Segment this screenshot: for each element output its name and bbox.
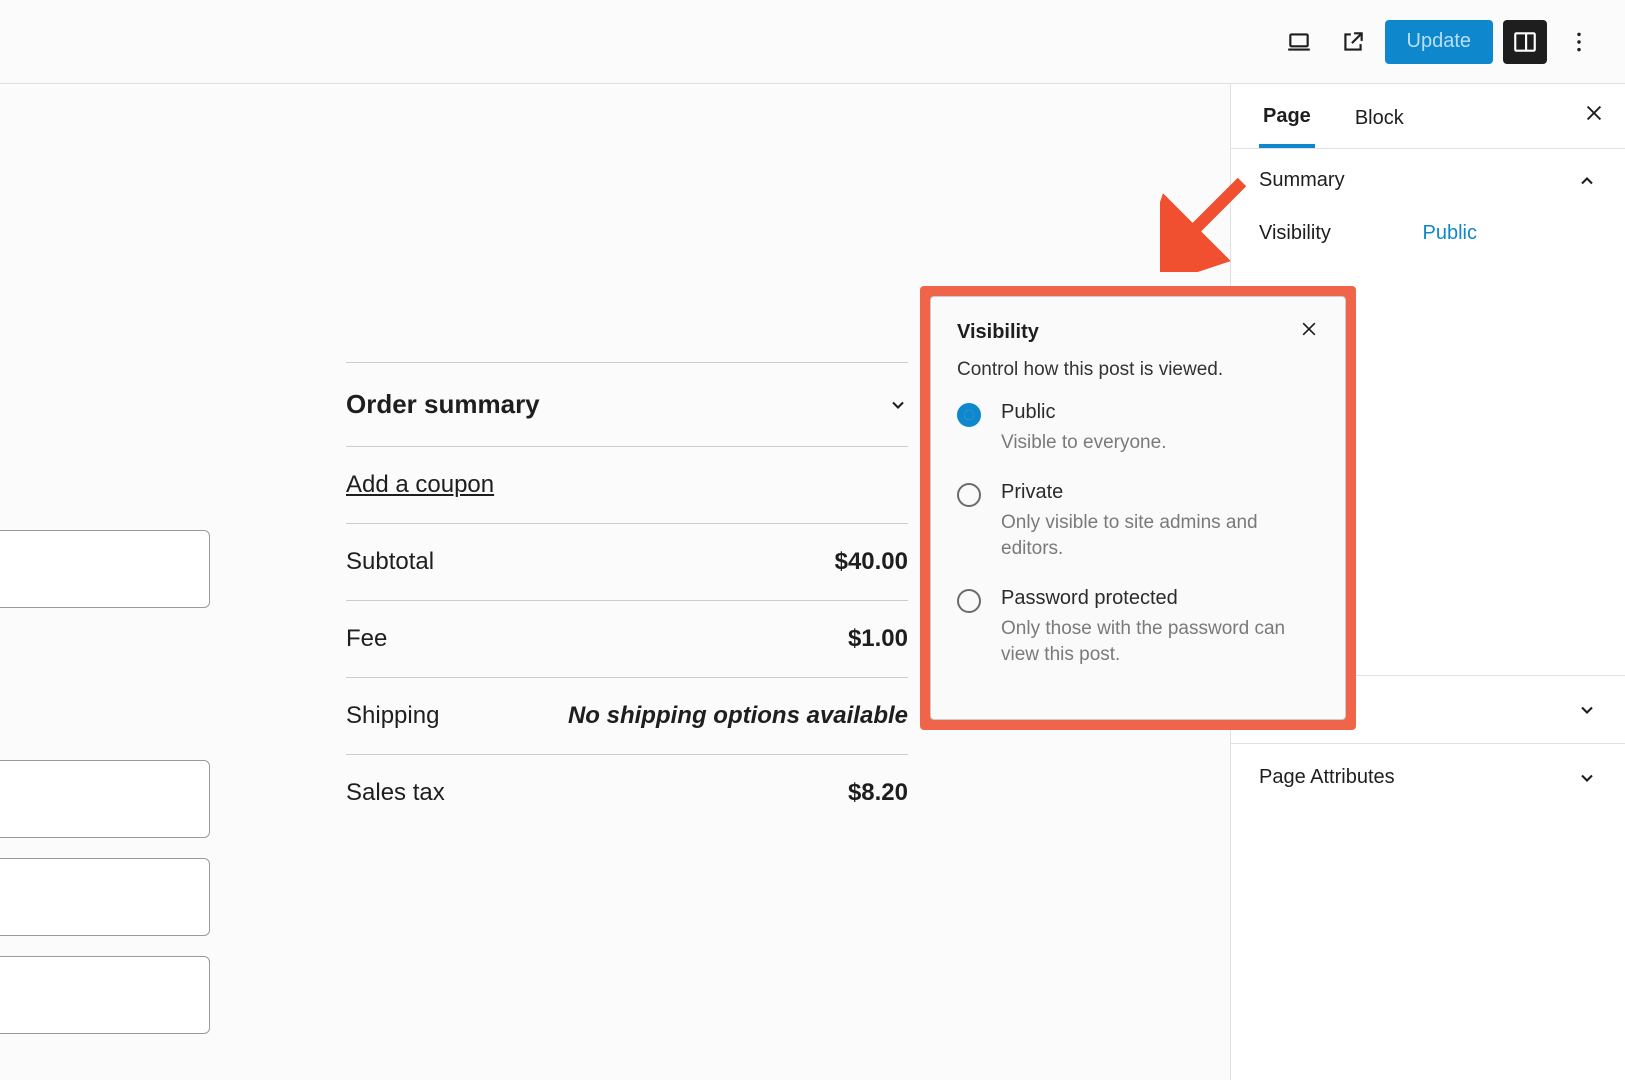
visibility-label: Visibility [1259,222,1331,245]
visibility-row: Visibility Public [1231,212,1625,265]
sidebar-tabs: Page Block [1231,84,1625,149]
view-page-button[interactable] [1331,20,1375,64]
tab-block[interactable]: Block [1351,87,1408,146]
order-summary-title: Order summary [346,389,540,420]
add-coupon-link: Add a coupon [346,471,494,499]
tax-row: Sales tax $8.20 [346,754,908,831]
more-options-button[interactable] [1557,20,1601,64]
order-summary-block: Order summary Add a coupon Subtotal $40.… [346,362,908,831]
shipping-value: No shipping options available [568,702,908,730]
chevron-up-icon [1577,171,1597,191]
summary-panel-header[interactable]: Summary [1231,149,1625,212]
option-desc: Only those with the password can view th… [1001,616,1319,669]
radio-icon [957,483,981,507]
chevron-down-icon [1577,768,1597,788]
laptop-icon [1286,29,1312,55]
preview-device-button[interactable] [1277,20,1321,64]
settings-sidebar-toggle[interactable] [1503,20,1547,64]
form-input-cropped[interactable] [0,858,210,936]
option-desc: Visible to everyone. [1001,430,1166,457]
visibility-option-private[interactable]: Private Only visible to site admins and … [957,481,1319,577]
shipping-row: Shipping No shipping options available [346,677,908,754]
fee-value: $1.00 [848,625,908,653]
popover-title: Visibility [957,321,1039,344]
fee-label: Fee [346,625,387,653]
visibility-value-link[interactable]: Public [1423,222,1477,245]
external-link-icon [1340,29,1366,55]
option-label: Public [1001,401,1166,424]
visibility-option-password[interactable]: Password protected Only those with the p… [957,587,1319,683]
popover-close-button[interactable] [1299,319,1319,345]
order-summary-header[interactable]: Order summary [346,362,908,446]
tab-page[interactable]: Page [1259,85,1315,148]
sidebar-icon [1512,29,1538,55]
form-input-cropped[interactable] [0,530,210,608]
annotation-arrow [1160,172,1260,272]
chevron-down-icon [1577,700,1597,720]
option-label: Password protected [1001,587,1319,610]
add-coupon-row[interactable]: Add a coupon [346,446,908,523]
subtotal-row: Subtotal $40.00 [346,523,908,600]
subtotal-value: $40.00 [835,548,908,576]
more-vertical-icon [1566,29,1592,55]
close-icon [1299,319,1319,339]
form-input-cropped[interactable] [0,760,210,838]
radio-icon [957,589,981,613]
visibility-popover-highlight: Visibility Control how this post is view… [920,286,1356,730]
tax-value: $8.20 [848,779,908,807]
close-icon [1583,102,1605,124]
option-label: Private [1001,481,1319,504]
shipping-label: Shipping [346,702,439,730]
summary-label: Summary [1259,169,1345,192]
option-desc: Only visible to site admins and editors. [1001,510,1319,563]
editor-toolbar: Update [0,0,1625,84]
page-attributes-label: Page Attributes [1259,766,1395,789]
popover-description: Control how this post is viewed. [957,359,1319,381]
radio-icon [957,403,981,427]
tax-label: Sales tax [346,779,445,807]
visibility-popover: Visibility Control how this post is view… [930,296,1346,720]
page-attributes-panel-header[interactable]: Page Attributes [1231,743,1625,811]
form-input-cropped[interactable] [0,956,210,1034]
fee-row: Fee $1.00 [346,600,908,677]
close-sidebar-button[interactable] [1583,102,1605,131]
update-button[interactable]: Update [1385,20,1494,64]
visibility-option-public[interactable]: Public Visible to everyone. [957,401,1319,471]
subtotal-label: Subtotal [346,548,434,576]
chevron-down-icon [888,395,908,415]
